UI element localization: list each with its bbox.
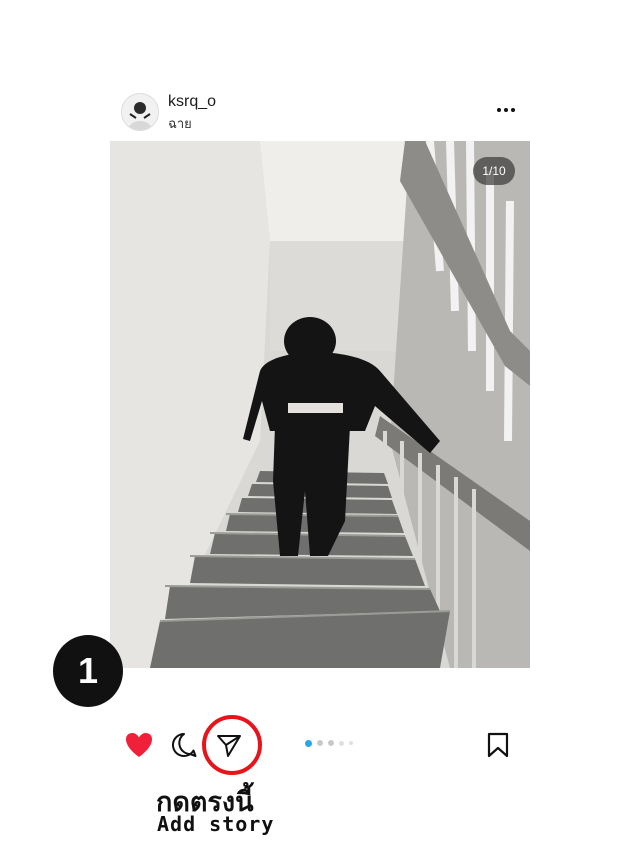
carousel-dot [349,741,353,745]
bookmark-icon[interactable] [485,731,511,759]
heart-icon[interactable] [124,731,154,759]
carousel-dots [305,739,365,747]
staircase-photo [110,141,530,668]
carousel-dot [339,740,344,746]
username[interactable]: ksrq_o [168,93,216,111]
carousel-dot [317,740,323,746]
location[interactable]: ฉาย [168,113,192,134]
avatar-image [122,94,158,130]
image-counter: 1/10 [473,157,515,185]
carousel-dot [328,740,334,746]
post-photo[interactable] [110,141,530,668]
carousel-dot-active [305,739,312,747]
send-icon[interactable] [214,730,244,760]
comment-icon[interactable] [170,731,198,759]
caption-english: Add story [157,812,275,836]
step-number-badge: 1 [53,635,123,707]
avatar[interactable] [121,93,159,131]
more-icon[interactable] [493,96,519,124]
step-number: 1 [77,650,99,691]
